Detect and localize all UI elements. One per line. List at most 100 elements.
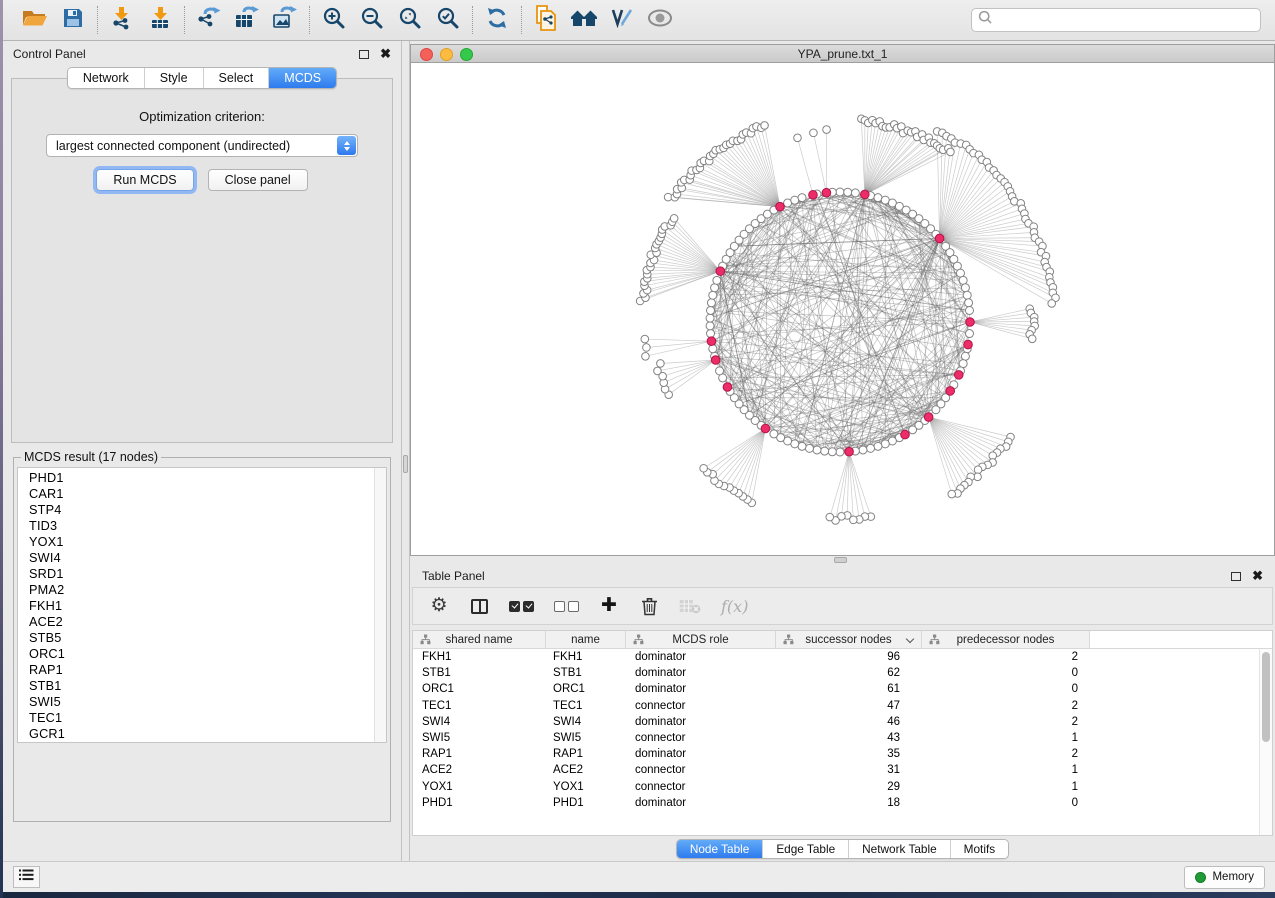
table-cell[interactable]: 2 <box>922 700 1090 712</box>
birdseye-button[interactable] <box>645 5 675 35</box>
table-cell[interactable]: dominator <box>626 683 776 695</box>
column-header-predecessor-nodes[interactable]: predecessor nodes <box>922 631 1090 648</box>
table-cell[interactable]: 62 <box>776 667 922 679</box>
table-tab-motifs[interactable]: Motifs <box>950 840 1008 858</box>
table-row[interactable]: ORC1ORC1dominator610 <box>413 681 1272 697</box>
table-cell[interactable]: 0 <box>922 683 1090 695</box>
table-cell[interactable]: STB1 <box>546 667 626 679</box>
tab-style[interactable]: Style <box>144 68 203 88</box>
table-cell[interactable]: TEC1 <box>413 700 546 712</box>
mcds-result-item[interactable]: RAP1 <box>29 662 372 678</box>
table-cell[interactable]: 1 <box>922 732 1090 744</box>
mcds-result-item[interactable]: TEC1 <box>29 710 372 726</box>
close-panel-icon[interactable]: ✖ <box>1252 571 1263 581</box>
create-column-icon[interactable]: ✚ <box>599 595 619 617</box>
tab-mcds[interactable]: MCDS <box>268 68 336 88</box>
table-cell[interactable]: dominator <box>626 716 776 728</box>
run-mcds-button[interactable]: Run MCDS <box>96 169 193 191</box>
mcds-result-item[interactable]: STB5 <box>29 630 372 646</box>
table-cell[interactable]: 29 <box>776 781 922 793</box>
table-cell[interactable]: dominator <box>626 651 776 663</box>
float-panel-icon[interactable] <box>1231 572 1241 581</box>
export-network-button[interactable] <box>194 5 224 35</box>
mcds-result-item[interactable]: YOX1 <box>29 534 372 550</box>
minimize-window-icon[interactable] <box>440 48 453 61</box>
table-cell[interactable]: 46 <box>776 716 922 728</box>
vertical-splitter[interactable] <box>401 41 410 861</box>
column-header-MCDS-role[interactable]: MCDS role <box>626 631 776 648</box>
table-cell[interactable]: 47 <box>776 700 922 712</box>
tab-select[interactable]: Select <box>203 68 269 88</box>
mcds-result-item[interactable]: SWI5 <box>29 694 372 710</box>
splitter-grip[interactable] <box>834 557 847 563</box>
mcds-result-item[interactable]: ACE2 <box>29 614 372 630</box>
table-cell[interactable]: RAP1 <box>413 748 546 760</box>
table-row[interactable]: STB1STB1dominator620 <box>413 665 1272 681</box>
zoom-in-button[interactable] <box>319 5 349 35</box>
table-cell[interactable]: 1 <box>922 781 1090 793</box>
export-table-button[interactable] <box>232 5 262 35</box>
table-row[interactable]: SWI4SWI4dominator462 <box>413 714 1272 730</box>
delete-columns-trash-icon[interactable] <box>639 595 659 617</box>
table-row[interactable]: ACE2ACE2connector311 <box>413 762 1272 778</box>
table-cell[interactable]: ACE2 <box>546 764 626 776</box>
node-table[interactable]: shared namenameMCDS rolesuccessor nodesp… <box>412 630 1273 836</box>
table-tab-node-table[interactable]: Node Table <box>677 840 762 858</box>
table-cell[interactable]: dominator <box>626 667 776 679</box>
close-panel-button[interactable]: Close panel <box>208 169 308 191</box>
optimization-criterion-select[interactable]: largest connected component (undirected) <box>46 134 358 157</box>
search-input[interactable] <box>997 12 1254 28</box>
table-cell[interactable]: 2 <box>922 651 1090 663</box>
table-cell[interactable]: ORC1 <box>546 683 626 695</box>
table-cell[interactable]: SWI4 <box>546 716 626 728</box>
import-network-button[interactable] <box>107 5 137 35</box>
table-cell[interactable]: YOX1 <box>413 781 546 793</box>
table-cell[interactable]: connector <box>626 732 776 744</box>
column-header-shared-name[interactable]: shared name <box>413 631 546 648</box>
column-header-successor-nodes[interactable]: successor nodes <box>776 631 922 648</box>
mcds-result-item[interactable]: SRD1 <box>29 566 372 582</box>
export-image-button[interactable] <box>270 5 300 35</box>
memory-button[interactable]: Memory <box>1184 866 1265 889</box>
table-row[interactable]: YOX1YOX1connector291 <box>413 779 1272 795</box>
table-cell[interactable]: ORC1 <box>413 683 546 695</box>
table-cell[interactable]: dominator <box>626 748 776 760</box>
houses-button[interactable] <box>569 5 599 35</box>
open-file-button[interactable] <box>20 5 50 35</box>
close-window-icon[interactable] <box>420 48 433 61</box>
table-cell[interactable]: TEC1 <box>546 700 626 712</box>
table-cell[interactable]: 0 <box>922 667 1090 679</box>
show-column-panel-icon[interactable] <box>469 595 489 617</box>
mcds-result-item[interactable]: GCR1 <box>29 726 372 742</box>
network-canvas-svg[interactable] <box>411 63 1274 555</box>
table-cell[interactable]: YOX1 <box>546 781 626 793</box>
mcds-result-item[interactable]: CAR1 <box>29 486 372 502</box>
zoom-out-button[interactable] <box>357 5 387 35</box>
table-cell[interactable]: 0 <box>922 797 1090 809</box>
task-history-button[interactable] <box>13 866 40 888</box>
mcds-result-item[interactable]: TID3 <box>29 518 372 534</box>
mcds-result-item[interactable]: STP4 <box>29 502 372 518</box>
horizontal-splitter[interactable] <box>410 556 1275 565</box>
maximize-window-icon[interactable] <box>460 48 473 61</box>
table-cell[interactable]: 1 <box>922 764 1090 776</box>
table-cell[interactable]: 2 <box>922 748 1090 760</box>
duplicate-network-button[interactable] <box>531 5 561 35</box>
table-cell[interactable]: FKH1 <box>546 651 626 663</box>
annotations-button[interactable] <box>607 5 637 35</box>
mcds-result-item[interactable]: SWI4 <box>29 550 372 566</box>
splitter-grip[interactable] <box>403 455 408 473</box>
table-cell[interactable]: 18 <box>776 797 922 809</box>
table-row[interactable]: RAP1RAP1dominator352 <box>413 746 1272 762</box>
deselect-all-columns-icon[interactable] <box>554 595 579 617</box>
table-cell[interactable]: 35 <box>776 748 922 760</box>
table-cell[interactable]: 31 <box>776 764 922 776</box>
table-cell[interactable]: FKH1 <box>413 651 546 663</box>
save-session-button[interactable] <box>58 5 88 35</box>
table-cell[interactable]: 96 <box>776 651 922 663</box>
zoom-selected-button[interactable] <box>433 5 463 35</box>
table-cell[interactable]: SWI4 <box>413 716 546 728</box>
table-cell[interactable]: connector <box>626 700 776 712</box>
table-cell[interactable]: PHD1 <box>546 797 626 809</box>
global-search-field[interactable] <box>971 8 1261 32</box>
